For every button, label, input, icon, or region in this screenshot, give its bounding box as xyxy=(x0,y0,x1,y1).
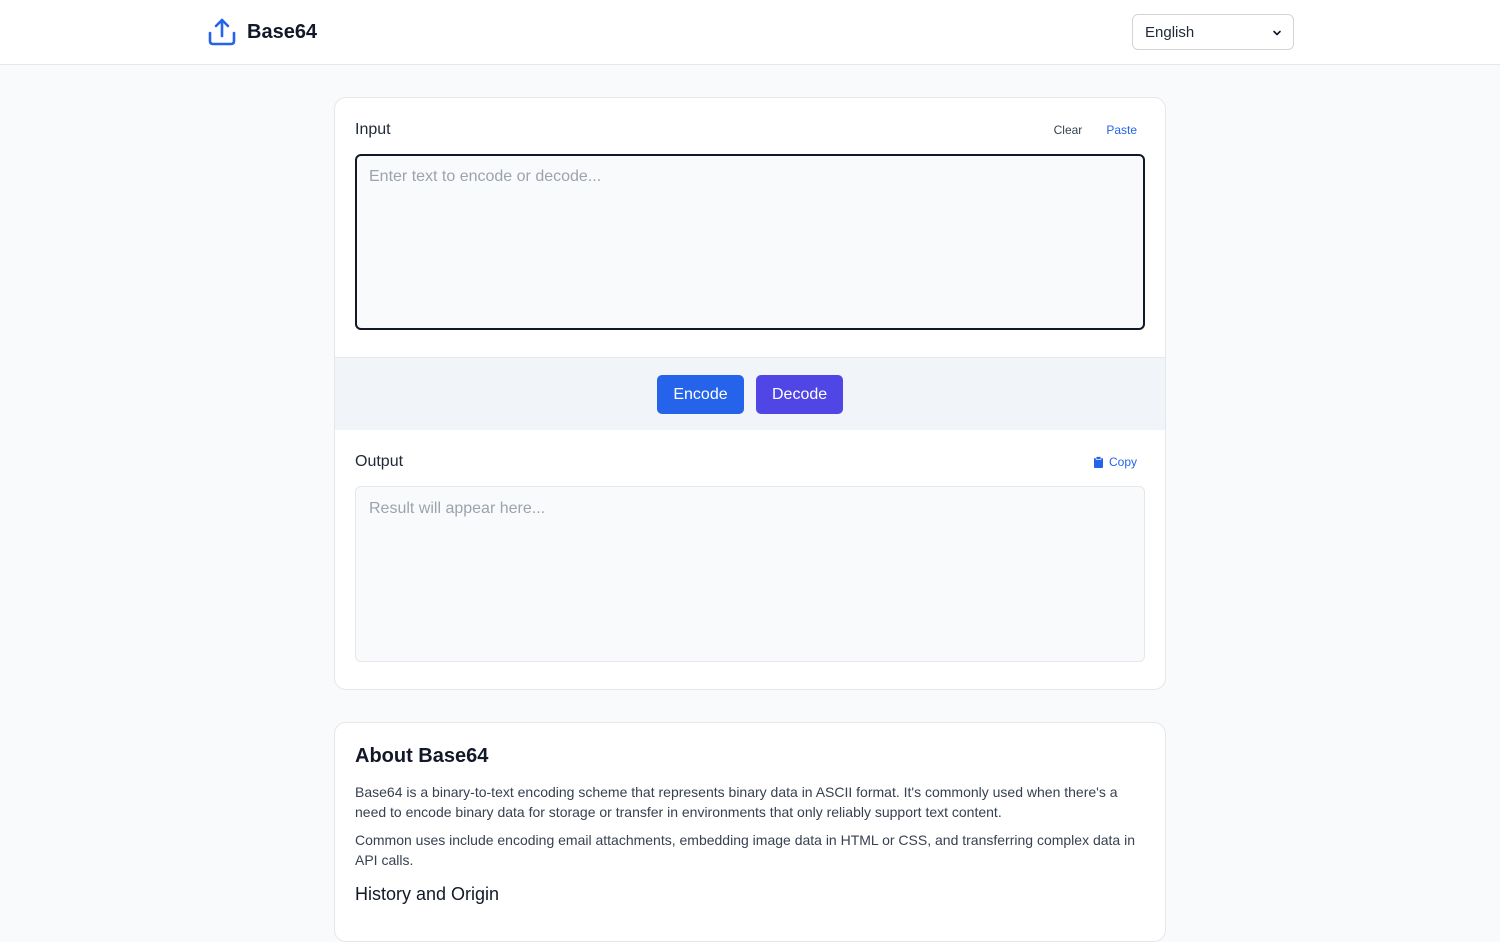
copy-button[interactable]: Copy xyxy=(1093,455,1137,469)
output-header: Output Copy xyxy=(355,450,1137,474)
output-actions: Copy xyxy=(1093,455,1137,469)
decode-button[interactable]: Decode xyxy=(756,375,843,414)
about-paragraph-1: Base64 is a binary-to-text encoding sche… xyxy=(355,784,1118,820)
top-navigation-bar: Base64 English xyxy=(0,0,1500,65)
upload-tray-icon xyxy=(208,18,236,46)
encode-button[interactable]: Encode xyxy=(657,375,744,414)
output-textarea[interactable] xyxy=(355,486,1145,662)
about-section: About Base64 Base64 is a binary-to-text … xyxy=(334,722,1166,942)
output-label: Output xyxy=(355,453,404,470)
input-textarea[interactable] xyxy=(355,154,1145,330)
clear-button[interactable]: Clear xyxy=(1054,123,1083,137)
converter-card: Input Clear Paste Encode Decode Output C… xyxy=(334,97,1166,690)
brand-logo[interactable]: Base64 xyxy=(207,17,317,47)
paste-button[interactable]: Paste xyxy=(1106,123,1137,137)
about-paragraph-2: Common uses include encoding email attac… xyxy=(355,832,1135,868)
chevron-down-icon xyxy=(1273,30,1281,36)
action-button-bar: Encode Decode xyxy=(335,357,1165,430)
input-header: Input Clear Paste xyxy=(355,118,1137,142)
clipboard-icon xyxy=(1093,456,1103,468)
input-actions: Clear Paste xyxy=(1054,123,1137,137)
language-selected-value: English xyxy=(1145,23,1195,41)
about-title: About Base64 xyxy=(355,745,489,767)
input-label: Input xyxy=(355,121,391,138)
copy-button-label: Copy xyxy=(1108,455,1137,469)
history-heading: History and Origin xyxy=(355,884,500,904)
language-select[interactable]: English xyxy=(1132,14,1294,50)
brand-name: Base64 xyxy=(247,21,318,43)
